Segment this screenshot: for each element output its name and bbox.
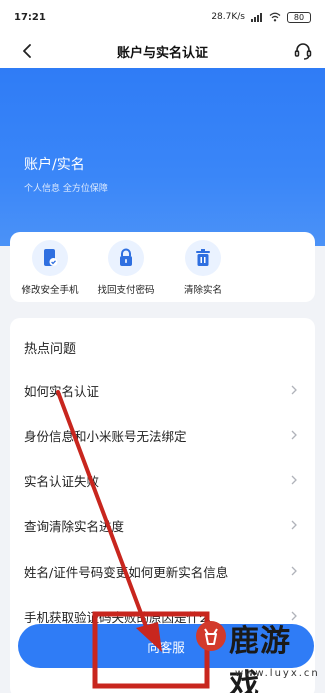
status-indicators: 28.7K/s 80 — [211, 11, 311, 23]
lock-icon — [108, 240, 144, 276]
faq-item-text: 实名认证失败 — [24, 473, 100, 489]
status-bar: 17:21 28.7K/s 80 — [0, 0, 325, 34]
chevron-right-icon — [291, 430, 297, 440]
chevron-right-icon — [291, 566, 297, 576]
hero-title: 账户/实名 — [24, 157, 85, 173]
hero-banner: 账户/实名 个人信息 全方位保障 — [0, 68, 325, 246]
wifi-icon — [269, 12, 281, 22]
watermark-url: www.luyx.cn — [235, 668, 320, 679]
faq-item[interactable]: 姓名/证件号码变更如何更新实名信息 — [10, 549, 315, 593]
hero-subtitle: 个人信息 全方位保障 — [24, 184, 108, 194]
status-time: 17:21 — [14, 11, 46, 23]
faq-item-text: 手机获取验证码失败的原因是什么 — [24, 609, 212, 625]
chevron-right-icon — [291, 475, 297, 485]
action-label: 找回支付密码 — [97, 285, 155, 296]
faq-item[interactable]: 实名认证失败 — [10, 458, 315, 502]
watermark-text: 鹿游戏 — [229, 624, 291, 693]
faq-item[interactable]: 身份信息和小米账号无法绑定 — [10, 413, 315, 457]
headset-icon — [294, 43, 312, 60]
faq-item-text: 查询清除实名进度 — [24, 518, 125, 534]
battery-icon: 80 — [287, 11, 311, 23]
phone-icon — [32, 240, 68, 276]
action-change-phone[interactable]: 修改安全手机 — [10, 240, 90, 296]
faq-item-text: 姓名/证件号码变更如何更新实名信息 — [24, 564, 229, 580]
deer-logo-icon — [196, 621, 226, 651]
faq-item-text: 如何实名认证 — [24, 383, 100, 399]
page-title: 账户与实名认证 — [116, 45, 208, 61]
contact-service-label: 向客服 — [147, 639, 185, 655]
signal-icon — [251, 13, 262, 22]
action-clear-real-name[interactable]: 清除实名 — [163, 240, 243, 296]
chevron-right-icon — [291, 520, 297, 530]
faq-item-text: 身份信息和小米账号无法绑定 — [24, 428, 187, 444]
faq-item[interactable]: 如何实名认证 — [10, 368, 315, 412]
customer-service-button[interactable] — [291, 39, 315, 63]
network-speed: 28.7K/s — [211, 12, 245, 22]
faq-item[interactable]: 查询清除实名进度 — [10, 503, 315, 547]
action-label: 修改安全手机 — [21, 285, 79, 296]
chevron-left-icon — [23, 44, 31, 58]
quick-actions-card: 修改安全手机 找回支付密码 清除实名 — [10, 232, 315, 302]
chevron-right-icon — [291, 385, 297, 395]
nav-bar: 账户与实名认证 — [0, 34, 325, 68]
hot-questions-title: 热点问题 — [24, 342, 77, 357]
action-recover-pay-password[interactable]: 找回支付密码 — [86, 240, 166, 296]
watermark: 鹿游戏 www.luyx.cn — [195, 612, 320, 693]
action-label: 清除实名 — [183, 285, 222, 296]
back-button[interactable] — [16, 40, 38, 62]
trash-icon — [185, 240, 221, 276]
